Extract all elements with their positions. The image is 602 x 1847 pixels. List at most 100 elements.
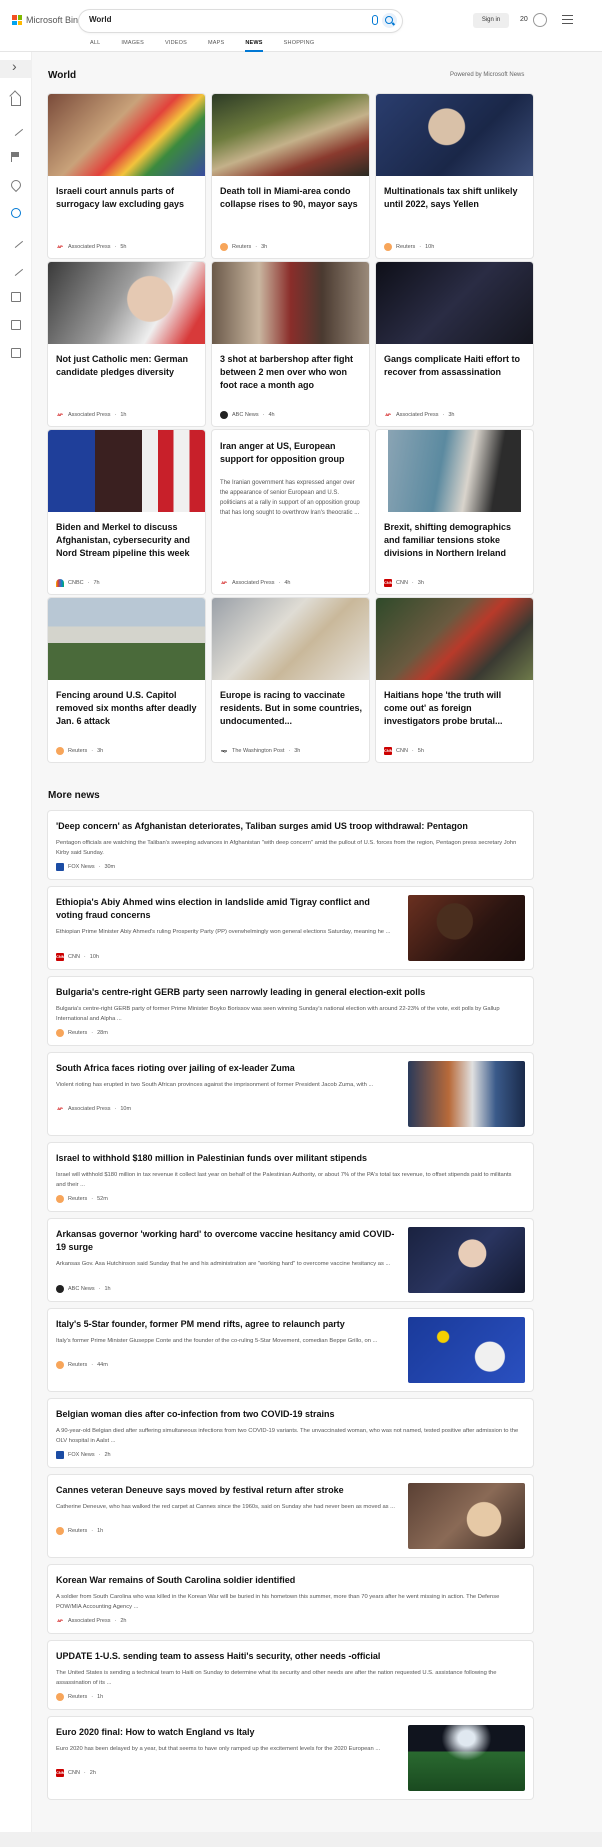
news-card[interactable]: Iran anger at US, European support for o…	[212, 430, 369, 594]
news-title[interactable]: Israel to withhold $180 million in Pales…	[56, 1152, 521, 1165]
news-card[interactable]: Death toll in Miami-area condo collapse …	[212, 94, 369, 258]
abc-news-logo-icon	[56, 1285, 64, 1293]
news-row[interactable]: Korean War remains of South Carolina sol…	[48, 1565, 533, 1633]
card-meta: AP Associated Press · 1h	[57, 412, 127, 418]
news-row[interactable]: Cannes veteran Deneuve says moved by fes…	[48, 1475, 533, 1557]
card-meta: Reuters · 3h	[56, 747, 103, 755]
news-meta: Reuters · 28m	[56, 1029, 108, 1037]
source-name: CNBC	[68, 580, 84, 586]
source-name: Associated Press	[68, 244, 111, 250]
globe-icon[interactable]	[11, 208, 21, 218]
news-card[interactable]: 3 shot at barbershop after fight between…	[212, 262, 369, 426]
reuters-logo-icon	[56, 1195, 64, 1203]
card-title[interactable]: Multinationals tax shift unlikely until …	[384, 185, 527, 211]
science-icon[interactable]	[8, 233, 24, 249]
news-title[interactable]: Bulgaria's centre-right GERB party seen …	[56, 986, 521, 999]
footer	[0, 1832, 602, 1847]
hamburger-menu-icon[interactable]	[562, 15, 573, 24]
news-card[interactable]: Brexit, shifting demographics and famili…	[376, 430, 533, 594]
card-title[interactable]: 3 shot at barbershop after fight between…	[220, 353, 363, 392]
trending-icon[interactable]	[8, 121, 24, 137]
search-box[interactable]: World	[79, 10, 402, 32]
news-title[interactable]: Arkansas governor 'working hard' to over…	[56, 1228, 396, 1254]
technology-icon[interactable]	[11, 348, 21, 358]
source-name: FOX News	[68, 864, 95, 870]
entertainment-icon[interactable]	[11, 292, 21, 302]
news-title[interactable]: South Africa faces rioting over jailing …	[56, 1062, 396, 1075]
news-title[interactable]: Korean War remains of South Carolina sol…	[56, 1574, 521, 1587]
news-card[interactable]: Fencing around U.S. Capitol removed six …	[48, 598, 205, 762]
news-card[interactable]: Not just Catholic men: German candidate …	[48, 262, 205, 426]
news-card[interactable]: Biden and Merkel to discuss Afghanistan,…	[48, 430, 205, 594]
news-image	[48, 598, 205, 680]
news-row[interactable]: Arkansas governor 'working hard' to over…	[48, 1219, 533, 1301]
card-title[interactable]: Europe is racing to vaccinate residents.…	[220, 689, 363, 728]
news-card[interactable]: Gangs complicate Haiti effort to recover…	[376, 262, 533, 426]
news-row[interactable]: Italy's 5-Star founder, former PM mend r…	[48, 1309, 533, 1391]
news-title[interactable]: Italy's 5-Star founder, former PM mend r…	[56, 1318, 396, 1331]
source-name: Reuters	[232, 244, 252, 250]
card-title[interactable]: Iran anger at US, European support for o…	[220, 440, 363, 466]
home-icon[interactable]	[11, 96, 21, 106]
sign-in-button[interactable]: Sign in	[473, 13, 509, 28]
card-title[interactable]: Brexit, shifting demographics and famili…	[384, 521, 527, 560]
card-meta: AP Associated Press · 3h	[385, 412, 455, 418]
news-title[interactable]: Cannes veteran Deneuve says moved by fes…	[56, 1484, 396, 1497]
news-row[interactable]: UPDATE 1-U.S. sending team to assess Hai…	[48, 1641, 533, 1709]
source-name: Reuters	[396, 244, 416, 250]
card-title[interactable]: Fencing around U.S. Capitol removed six …	[56, 689, 199, 728]
news-title[interactable]: Euro 2020 final: How to watch England vs…	[56, 1726, 396, 1739]
tab-images[interactable]: IMAGES	[121, 40, 144, 52]
news-row[interactable]: Bulgaria's centre-right GERB party seen …	[48, 977, 533, 1045]
search-input[interactable]: World	[89, 15, 112, 24]
news-title[interactable]: 'Deep concern' as Afghanistan deteriorat…	[56, 820, 521, 833]
news-row[interactable]: Ethiopia's Abiy Ahmed wins election in l…	[48, 887, 533, 969]
news-thumbnail	[408, 1227, 525, 1293]
cnbc-logo-icon	[56, 579, 64, 587]
tab-news[interactable]: NEWS	[245, 40, 263, 52]
card-meta: wp The Washington Post · 3h	[221, 748, 301, 754]
bing-logo[interactable]: Microsoft Bing	[12, 15, 83, 25]
news-meta: Reuters · 44m	[56, 1361, 108, 1369]
search-icon[interactable]	[382, 13, 397, 28]
tab-videos[interactable]: VIDEOS	[165, 40, 187, 52]
news-card[interactable]: Europe is racing to vaccinate residents.…	[212, 598, 369, 762]
tab-maps[interactable]: MAPS	[208, 40, 224, 52]
news-title[interactable]: Belgian woman dies after co-infection fr…	[56, 1408, 521, 1421]
card-title[interactable]: Israeli court annuls parts of surrogacy …	[56, 185, 199, 211]
rewards-count[interactable]: 20	[520, 16, 528, 23]
expand-rail-icon[interactable]	[0, 58, 32, 78]
card-title[interactable]: Haitians hope 'the truth will come out' …	[384, 689, 527, 728]
source-name: The Washington Post	[232, 748, 285, 754]
card-title[interactable]: Not just Catholic men: German candidate …	[56, 353, 199, 379]
flag-icon[interactable]	[11, 152, 21, 162]
location-pin-icon[interactable]	[8, 177, 24, 193]
card-title[interactable]: Gangs complicate Haiti effort to recover…	[384, 353, 527, 379]
news-card[interactable]: Haitians hope 'the truth will come out' …	[376, 598, 533, 762]
news-row[interactable]: Israel to withhold $180 million in Pales…	[48, 1143, 533, 1211]
source-name: Associated Press	[68, 412, 111, 418]
card-snippet: The Iranian government has expressed ang…	[220, 480, 360, 516]
news-row[interactable]: South Africa faces rioting over jailing …	[48, 1053, 533, 1135]
card-title[interactable]: Biden and Merkel to discuss Afghanistan,…	[56, 521, 199, 560]
rewards-icon[interactable]	[533, 13, 547, 27]
tab-all[interactable]: ALL	[90, 40, 100, 52]
microphone-icon[interactable]	[372, 15, 378, 25]
news-snippet: Italy's former Prime Minister Giuseppe C…	[56, 1338, 378, 1344]
timestamp: 4h	[284, 580, 291, 586]
news-row[interactable]: Belgian woman dies after co-infection fr…	[48, 1399, 533, 1467]
card-title[interactable]: Death toll in Miami-area condo collapse …	[220, 185, 363, 211]
fox-news-logo-icon	[56, 1451, 64, 1459]
news-row[interactable]: 'Deep concern' as Afghanistan deteriorat…	[48, 811, 533, 879]
sports-icon[interactable]	[8, 261, 24, 277]
news-thumbnail	[408, 1061, 525, 1127]
news-title[interactable]: Ethiopia's Abiy Ahmed wins election in l…	[56, 896, 396, 922]
timestamp: 2h	[104, 1452, 111, 1458]
news-card[interactable]: Multinationals tax shift unlikely until …	[376, 94, 533, 258]
news-row[interactable]: Euro 2020 final: How to watch England vs…	[48, 1717, 533, 1799]
business-icon[interactable]	[11, 320, 21, 330]
news-card[interactable]: Israeli court annuls parts of surrogacy …	[48, 94, 205, 258]
news-image	[212, 598, 369, 680]
tab-shopping[interactable]: SHOPPING	[284, 40, 315, 52]
news-title[interactable]: UPDATE 1-U.S. sending team to assess Hai…	[56, 1650, 521, 1663]
